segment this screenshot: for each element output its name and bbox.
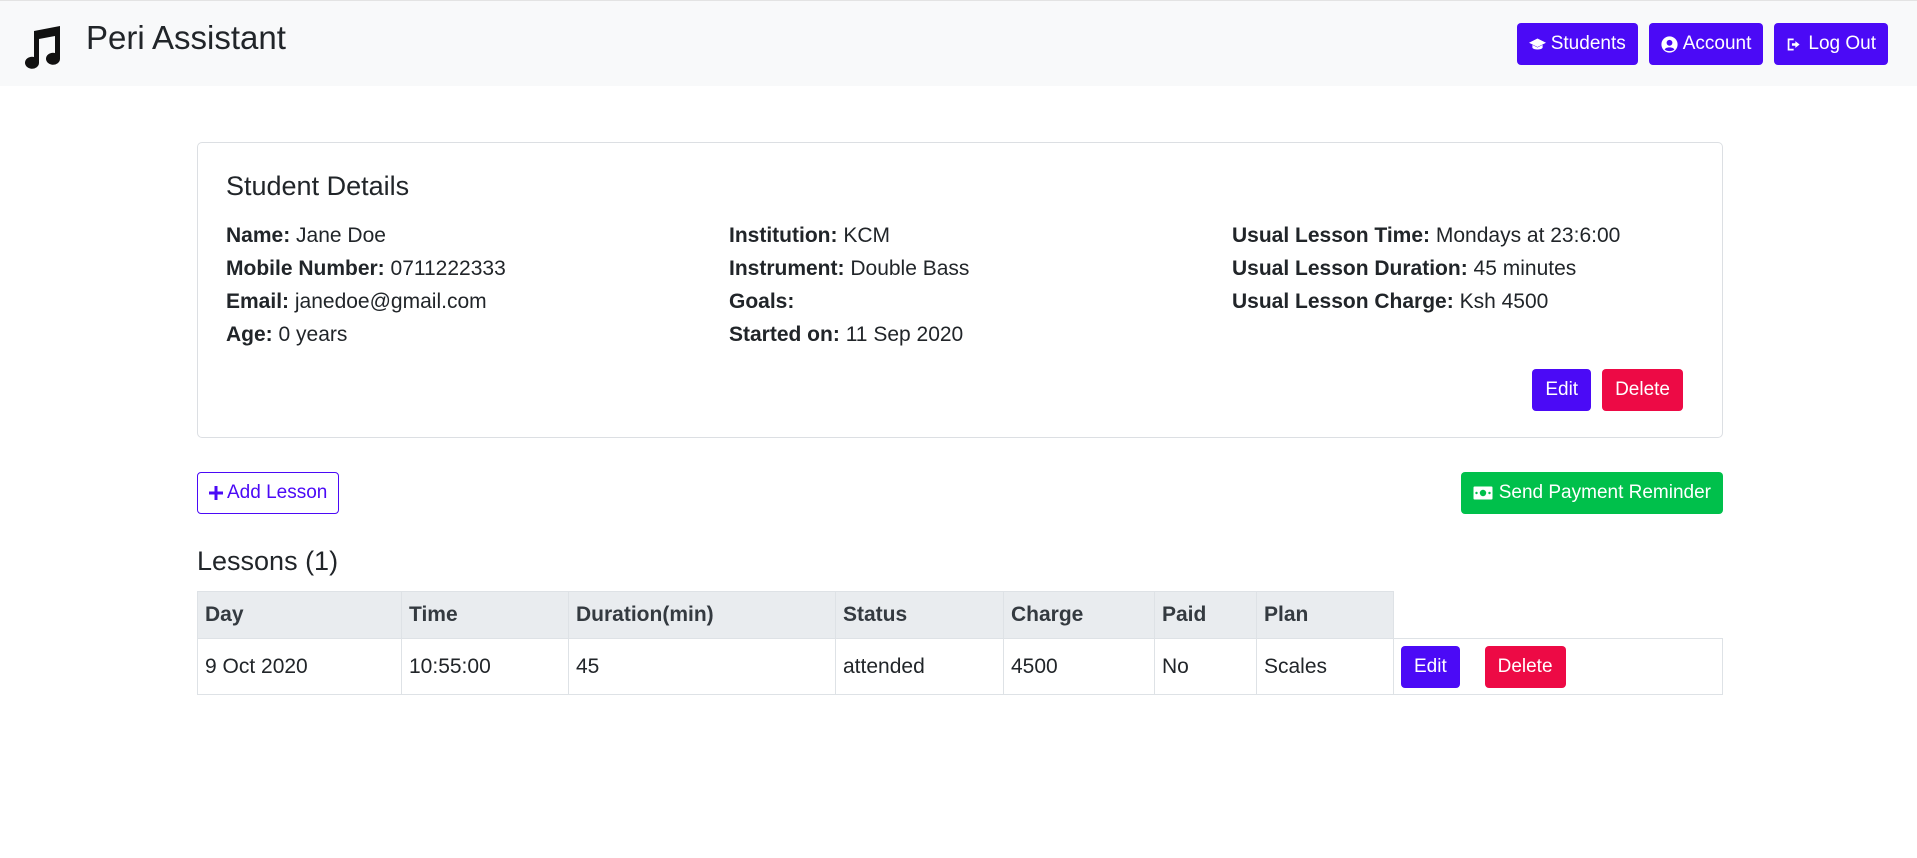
age-label: Age: bbox=[226, 323, 273, 346]
graduation-cap-icon bbox=[1528, 38, 1546, 49]
cell-day: 9 Oct 2020 bbox=[197, 638, 402, 695]
name-row: Name: Jane Doe bbox=[226, 219, 506, 252]
lesson-duration-label: Usual Lesson Duration: bbox=[1232, 257, 1468, 280]
sign-out-icon bbox=[1788, 38, 1800, 50]
column-header-charge: Charge bbox=[1003, 591, 1155, 639]
app-title[interactable]: Peri Assistant bbox=[86, 19, 286, 57]
cell-status: attended bbox=[835, 638, 1004, 695]
column-header-actions bbox=[1393, 591, 1723, 639]
lesson-time-value: Mondays at 23:6:00 bbox=[1435, 224, 1621, 247]
add-lesson-label: Add Lesson bbox=[227, 482, 328, 503]
name-value: Jane Doe bbox=[296, 224, 386, 247]
cell-time: 10:55:00 bbox=[401, 638, 569, 695]
email-row: Email: janedoe@gmail.com bbox=[226, 285, 506, 318]
started-row: Started on: 11 Sep 2020 bbox=[729, 318, 969, 351]
started-value: 11 Sep 2020 bbox=[845, 323, 964, 346]
mobile-row: Mobile Number: 0711222333 bbox=[226, 252, 506, 285]
money-bill-icon bbox=[1473, 486, 1493, 500]
account-label: Account bbox=[1682, 33, 1752, 54]
lesson-charge-value: Ksh 4500 bbox=[1459, 290, 1549, 313]
cell-charge: 4500 bbox=[1003, 638, 1155, 695]
lesson-duration-value: 45 minutes bbox=[1473, 257, 1577, 280]
email-value: janedoe@gmail.com bbox=[294, 290, 487, 313]
started-label: Started on: bbox=[729, 323, 840, 346]
column-header-time: Time bbox=[401, 591, 569, 639]
account-button[interactable]: Account bbox=[1648, 23, 1764, 65]
column-header-paid: Paid bbox=[1154, 591, 1257, 639]
send-payment-reminder-button[interactable]: Send Payment Reminder bbox=[1460, 472, 1723, 514]
navbar: Peri Assistant Students Account Log Out bbox=[0, 0, 1917, 86]
cell-paid: No bbox=[1154, 638, 1257, 695]
institution-label: Institution: bbox=[729, 224, 838, 247]
table-row: 9 Oct 2020 10:55:00 45 attended 4500 No … bbox=[197, 638, 1723, 695]
instrument-row: Instrument: Double Bass bbox=[729, 252, 969, 285]
students-label: Students bbox=[1550, 33, 1626, 54]
edit-student-button[interactable]: Edit bbox=[1532, 369, 1592, 411]
details-column-study: Institution: KCM Instrument: Double Bass… bbox=[729, 219, 969, 351]
send-reminder-label: Send Payment Reminder bbox=[1498, 482, 1711, 503]
mobile-label: Mobile Number: bbox=[226, 257, 385, 280]
cell-duration: 45 bbox=[568, 638, 836, 695]
delete-student-button[interactable]: Delete bbox=[1602, 369, 1683, 411]
instrument-value: Double Bass bbox=[850, 257, 970, 280]
details-column-lesson: Usual Lesson Time: Mondays at 23:6:00 Us… bbox=[1232, 219, 1620, 318]
nav-buttons: Students Account Log Out bbox=[1516, 23, 1888, 65]
institution-value: KCM bbox=[843, 224, 890, 247]
lessons-table: Day Time Duration(min) Status Charge Pai… bbox=[197, 591, 1723, 695]
lessons-heading: Lessons (1) bbox=[197, 546, 339, 576]
lesson-time-row: Usual Lesson Time: Mondays at 23:6:00 bbox=[1232, 219, 1620, 252]
column-header-status: Status bbox=[835, 591, 1004, 639]
add-lesson-button[interactable]: Add Lesson bbox=[197, 472, 340, 514]
logout-button[interactable]: Log Out bbox=[1774, 23, 1888, 65]
lesson-time-label: Usual Lesson Time: bbox=[1232, 224, 1431, 247]
goals-label: Goals: bbox=[729, 290, 795, 313]
lesson-charge-row: Usual Lesson Charge: Ksh 4500 bbox=[1232, 285, 1620, 318]
lesson-duration-row: Usual Lesson Duration: 45 minutes bbox=[1232, 252, 1620, 285]
logout-label: Log Out bbox=[1808, 33, 1876, 54]
students-button[interactable]: Students bbox=[1516, 23, 1638, 65]
lesson-charge-label: Usual Lesson Charge: bbox=[1232, 290, 1454, 313]
delete-lesson-button[interactable]: Delete bbox=[1484, 645, 1566, 688]
age-value: 0 years bbox=[278, 323, 348, 346]
cell-actions: Edit Delete bbox=[1393, 638, 1723, 695]
goals-row: Goals: bbox=[729, 285, 969, 318]
column-header-plan: Plan bbox=[1256, 591, 1394, 639]
column-header-duration: Duration(min) bbox=[568, 591, 836, 639]
cell-plan: Scales bbox=[1256, 638, 1394, 695]
mobile-value: 0711222333 bbox=[390, 257, 506, 280]
student-details-card: Student Details Name: Jane Doe Mobile Nu… bbox=[197, 142, 1723, 438]
age-row: Age: 0 years bbox=[226, 318, 506, 351]
table-header-row: Day Time Duration(min) Status Charge Pai… bbox=[197, 591, 1723, 639]
email-label: Email: bbox=[226, 290, 290, 313]
instrument-label: Instrument: bbox=[729, 257, 845, 280]
plus-icon bbox=[209, 486, 223, 500]
music-note-icon bbox=[25, 26, 60, 69]
institution-row: Institution: KCM bbox=[729, 219, 969, 252]
details-column-personal: Name: Jane Doe Mobile Number: 0711222333… bbox=[226, 219, 506, 351]
column-header-day: Day bbox=[197, 591, 402, 639]
user-circle-icon bbox=[1661, 35, 1678, 53]
edit-lesson-button[interactable]: Edit bbox=[1401, 645, 1460, 688]
name-label: Name: bbox=[226, 224, 291, 247]
student-details-heading: Student Details bbox=[226, 171, 410, 201]
student-actions: Edit Delete bbox=[1532, 369, 1683, 411]
